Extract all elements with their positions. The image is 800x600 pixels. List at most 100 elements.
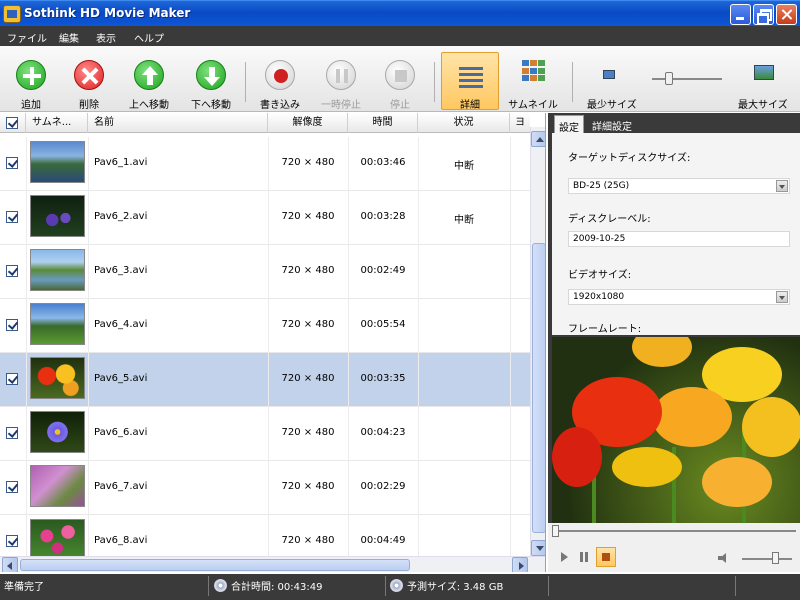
settings-tabs: 設定 詳細設定 [548,113,800,134]
column-resolution[interactable]: 解像度 [268,113,348,133]
row-checkbox[interactable] [6,481,18,493]
select-all-checkbox[interactable] [6,117,18,129]
table-row[interactable]: Pav6_2.avi 720 × 480 00:03:28 中断 [0,191,530,245]
move-up-button[interactable]: 上へ移動 [119,46,179,112]
resolution-cell: 720 × 480 [281,427,335,438]
column-extra[interactable]: ヨ [510,113,530,133]
column-divider [88,407,89,461]
detail-view-button[interactable]: 詳細 [441,52,499,111]
scroll-left-button[interactable] [2,557,18,572]
tab-advanced-settings[interactable]: 詳細設定 [588,115,636,133]
row-checkbox[interactable] [6,373,18,385]
stop-play-button[interactable] [596,547,616,567]
resolution-cell: 720 × 480 [281,211,335,222]
column-status[interactable]: 状況 [418,113,510,133]
tab-settings[interactable]: 設定 [554,115,584,134]
seek-handle[interactable] [552,525,559,537]
player-controls [548,523,800,572]
settings-panel: ターゲットディスクサイズ: BD-25 (25G) ディスクレーベル: 2009… [552,133,800,335]
resolution-cell: 720 × 480 [281,535,335,546]
file-name: Pav6_1.avi [94,157,148,168]
max-size-icon[interactable] [754,65,774,80]
column-divider [510,461,511,515]
app-icon[interactable] [3,5,21,23]
menu-view[interactable]: 表示 [96,30,116,45]
row-checkbox[interactable] [6,427,18,439]
horizontal-scroll-thumb[interactable] [20,559,410,571]
column-divider [418,299,419,353]
table-row[interactable]: Pav6_5.avi 720 × 480 00:03:35 [0,353,530,407]
column-divider [26,245,27,299]
disc-label-input[interactable]: 2009-10-25 [568,231,790,247]
target-disc-select[interactable]: BD-25 (25G) [568,178,790,194]
scroll-down-button[interactable] [531,540,545,556]
thumbnail-size-slider[interactable] [652,78,722,80]
video-thumbnail [30,357,85,399]
file-name: Pav6_6.avi [94,427,148,438]
status-ready: 準備完了 [4,582,44,593]
volume-handle[interactable] [772,552,779,564]
column-divider [418,461,419,515]
row-checkbox[interactable] [6,319,18,331]
duration-cell: 00:03:46 [360,157,406,168]
vertical-scroll-thumb[interactable] [532,243,545,533]
row-checkbox[interactable] [6,265,18,277]
table-row[interactable]: Pav6_4.avi 720 × 480 00:05:54 [0,299,530,353]
video-preview [552,337,800,523]
video-size-select[interactable]: 1920x1080 [568,289,790,305]
seek-bar[interactable] [552,530,796,532]
move-down-label: 下へ移動 [191,100,231,111]
resolution-cell: 720 × 480 [281,265,335,276]
column-thumbnail[interactable]: サムネ... [26,113,88,133]
thumbnail-view-icon [522,60,546,82]
min-size-icon[interactable] [603,70,615,79]
column-divider [510,137,511,191]
thumbnail-view-button[interactable]: サムネイル [503,46,563,112]
volume-icon[interactable] [718,553,732,563]
status-divider [208,576,209,596]
volume-slider[interactable] [742,558,792,560]
column-time[interactable]: 時間 [348,113,418,133]
status-estimated-size: 予測サイズ: 3.48 GB [407,582,504,593]
close-button[interactable] [776,4,797,25]
column-name[interactable]: 名前 [88,113,268,133]
detail-label: 詳細 [460,100,480,111]
menu-file[interactable]: ファイル [7,30,47,45]
restore-button[interactable] [753,4,774,25]
row-checkbox[interactable] [6,157,18,169]
duration-cell: 00:05:54 [360,319,406,330]
column-divider [88,137,89,191]
thumbnail-label: サムネイル [508,100,558,111]
min-size-label: 最少サイズ [587,100,637,111]
table-row[interactable]: Pav6_6.avi 720 × 480 00:04:23 [0,407,530,461]
stop-label: 停止 [390,100,410,111]
table-row[interactable]: Pav6_3.avi 720 × 480 00:02:49 [0,245,530,299]
menu-edit[interactable]: 編集 [59,30,79,45]
chevron-down-icon[interactable] [776,180,788,192]
row-checkbox[interactable] [6,211,18,223]
menu-help[interactable]: ヘルプ [134,30,164,45]
minimize-button[interactable] [730,4,751,25]
column-divider [26,461,27,515]
list-header: サムネ... 名前 解像度 時間 状況 ヨ [0,113,530,133]
table-row[interactable]: Pav6_7.avi 720 × 480 00:02:29 [0,461,530,515]
pause-icon [326,60,356,90]
move-down-button[interactable]: 下へ移動 [181,46,241,112]
row-checkbox[interactable] [6,535,18,547]
stop-button[interactable]: 停止 [370,46,430,112]
scroll-right-button[interactable] [512,557,528,572]
stop-icon [385,60,415,90]
status-bar: 準備完了 合計時間: 00:43:49 予測サイズ: 3.48 GB [0,574,800,600]
chevron-down-icon[interactable] [776,291,788,303]
scroll-up-button[interactable] [531,131,545,147]
pause-play-button[interactable] [574,547,594,567]
flower-petal [612,447,682,487]
video-thumbnail [30,411,85,453]
play-button[interactable] [554,547,574,567]
table-row[interactable]: Pav6_1.avi 720 × 480 00:03:46 中断 [0,137,530,191]
status-divider [385,576,386,596]
thumbnail-size-slider-handle[interactable] [665,72,673,85]
disc-label-value: 2009-10-25 [573,234,626,244]
toolbar-separator [572,62,573,102]
horizontal-scrollbar[interactable] [0,556,545,572]
